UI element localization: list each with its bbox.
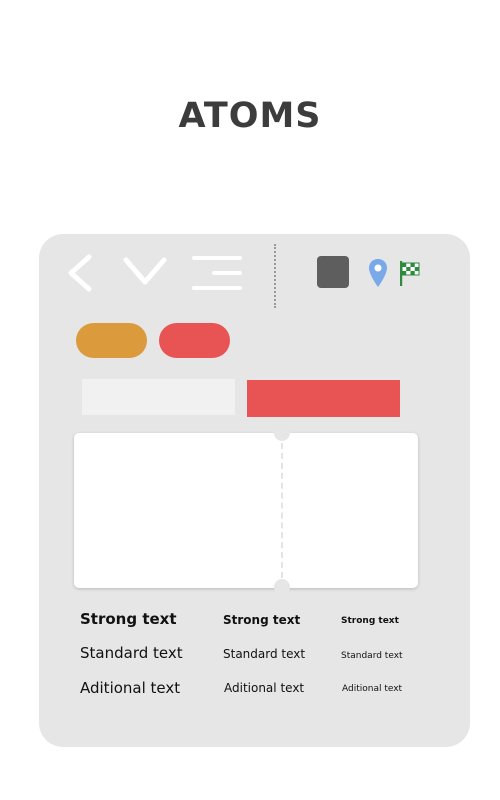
strong-text-large: Strong text xyxy=(80,610,177,628)
standard-text-small: Standard text xyxy=(341,651,403,661)
chevron-left-icon[interactable] xyxy=(64,254,96,294)
strong-text-small: Strong text xyxy=(341,616,399,626)
map-pin-icon[interactable] xyxy=(368,258,388,288)
ticket-notch-bottom xyxy=(274,579,290,595)
chevron-down-icon[interactable] xyxy=(122,254,168,290)
red-pill-button[interactable] xyxy=(159,323,230,358)
additional-text-large: Aditional text xyxy=(80,679,181,697)
red-bar-button[interactable] xyxy=(247,380,400,417)
standard-text-medium: Standard text xyxy=(223,647,306,661)
additional-text-medium: Aditional text xyxy=(224,681,305,695)
toolbar-divider xyxy=(274,244,276,308)
ticket-notch-top xyxy=(274,425,290,441)
stop-square-icon[interactable] xyxy=(317,256,349,288)
ticket-card xyxy=(74,433,418,588)
checkered-flag-icon[interactable] xyxy=(399,259,421,287)
strong-text-medium: Strong text xyxy=(223,613,301,627)
menu-icon[interactable] xyxy=(192,255,244,291)
page-title: ATOMS xyxy=(178,96,322,136)
additional-text-small: Aditional text xyxy=(342,684,403,694)
orange-pill-button[interactable] xyxy=(76,323,147,358)
standard-text-large: Standard text xyxy=(80,644,183,662)
light-bar-button[interactable] xyxy=(82,379,235,415)
ticket-perforation xyxy=(281,443,283,578)
